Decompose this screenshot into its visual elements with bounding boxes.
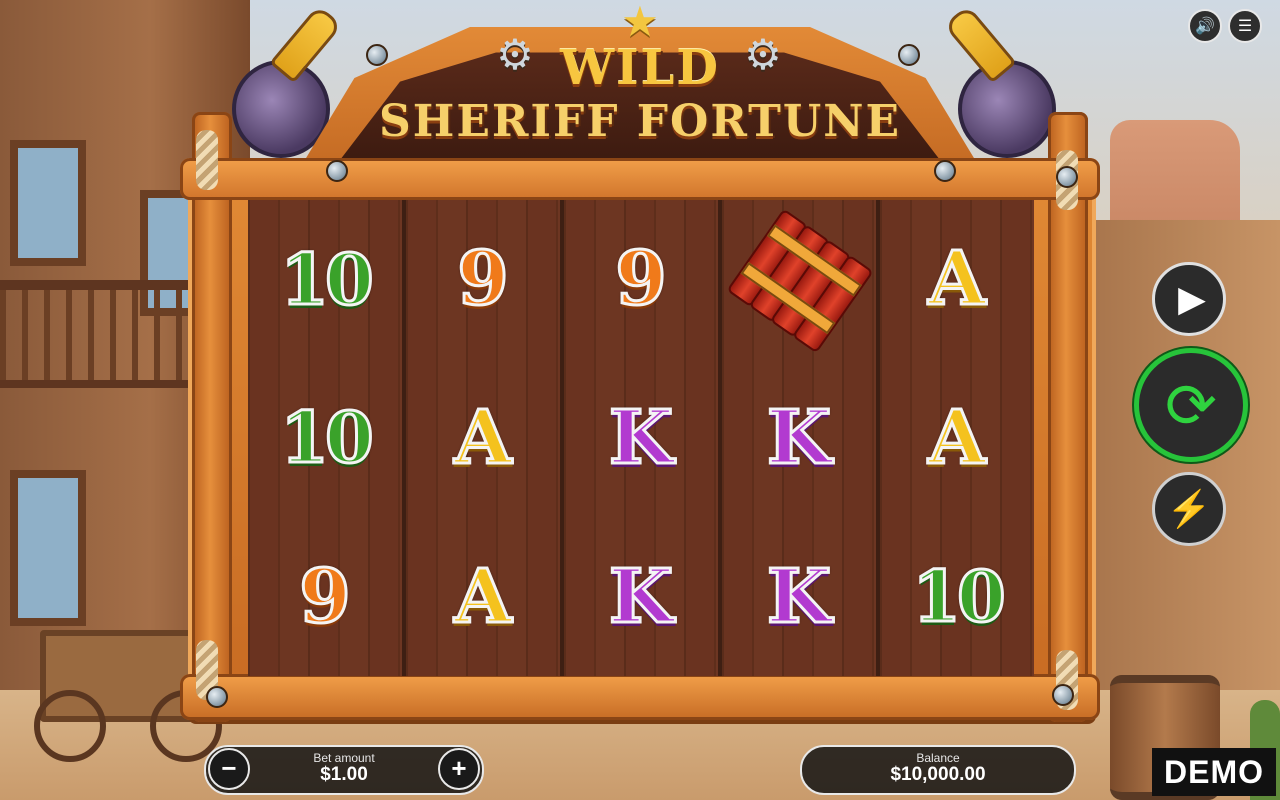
menu-button[interactable]: ☰ [1228, 9, 1262, 43]
turbo-button[interactable]: ⚡ [1152, 472, 1226, 546]
play-icon: ▶ [1178, 278, 1206, 319]
symbol-k: K [607, 552, 674, 641]
symbol-a: A [927, 235, 987, 324]
frame-top-beam [180, 158, 1100, 200]
balance-label: Balance [916, 751, 960, 765]
bolt-icon [366, 44, 388, 66]
bolt-icon [1056, 166, 1078, 188]
balance-panel: Balance $10,000.00 [800, 745, 1076, 795]
symbol-a: A [453, 552, 513, 641]
symbol-9: 9 [614, 235, 669, 324]
demo-mode-badge: DEMO [1152, 748, 1276, 796]
bolt-icon [206, 686, 228, 708]
game-title-sheriff-fortune: SHERIFF FORTUNE [378, 96, 902, 147]
symbol-a: A [927, 393, 987, 482]
reel-column: KK [722, 200, 876, 676]
bolt-icon [898, 44, 920, 66]
lightning-icon: ⚡ [1166, 488, 1212, 529]
hamburger-menu-icon: ☰ [1237, 18, 1253, 35]
bolt-icon [1052, 684, 1074, 706]
reel-column: 10 10 9 [248, 200, 402, 676]
symbol-k: K [765, 552, 832, 641]
sheriff-star-icon: ★ [621, 0, 659, 45]
symbol-9: 9 [298, 552, 353, 641]
symbol-10: 10 [279, 236, 375, 322]
frame-bottom-beam [180, 674, 1100, 720]
background-window [10, 140, 86, 266]
rope-tie [196, 130, 218, 190]
bolt-icon [934, 160, 956, 182]
symbol-10: 10 [279, 395, 375, 481]
symbol-9: 9 [456, 235, 511, 324]
background-wheel [34, 690, 106, 762]
bolt-icon [326, 160, 348, 182]
sound-toggle-button[interactable]: 🔊 [1188, 9, 1222, 43]
autoplay-button[interactable]: ▶ [1152, 262, 1226, 336]
speaker-icon: 🔊 [1195, 18, 1215, 35]
reel-grid: 10 10 9 9 A A 9 K K K K A A 10 [248, 200, 1034, 676]
symbol-k: K [765, 393, 832, 482]
spin-button[interactable]: ⟳ [1134, 348, 1248, 462]
reel-column: A A 10 [880, 200, 1034, 676]
frame-post-left [192, 112, 232, 722]
symbol-k: K [607, 393, 674, 482]
dynamite-icon [722, 203, 875, 356]
symbol-10: 10 [911, 554, 1007, 640]
decrease-bet-button[interactable]: − [208, 748, 250, 790]
reel-column: 9 AA [406, 200, 560, 676]
bull-horn-right [958, 60, 1056, 158]
reel-column: 9 KK [564, 200, 718, 676]
background-window [10, 470, 86, 626]
game-title-wild: WILD [560, 40, 720, 96]
increase-bet-button[interactable]: + [438, 748, 480, 790]
refresh-arrows-icon: ⟳ [1165, 371, 1217, 441]
dynamite-symbol [722, 200, 876, 359]
balance-value: $10,000.00 [890, 764, 986, 785]
symbol-a: A [453, 393, 513, 482]
